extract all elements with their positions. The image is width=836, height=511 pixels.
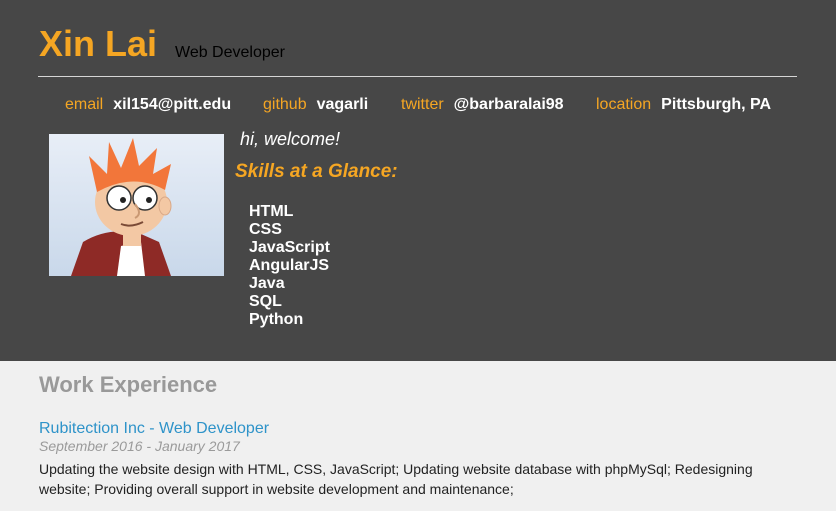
work-experience-heading: Work Experience bbox=[39, 372, 218, 397]
github-link[interactable]: vagarli bbox=[317, 96, 369, 113]
skill-item: HTML bbox=[249, 203, 294, 220]
contact-label: twitter bbox=[401, 96, 444, 113]
greeting-text: hi, welcome! bbox=[240, 129, 341, 149]
skills-list: HTML CSS JavaScript AngularJS Java SQL P… bbox=[249, 203, 330, 329]
skill-item: SQL bbox=[249, 293, 282, 310]
contact-location: location Pittsburgh, PA bbox=[596, 95, 771, 115]
location-value: Pittsburgh, PA bbox=[661, 96, 772, 113]
skill-item: JavaScript bbox=[249, 239, 330, 256]
job-role-subtitle: Web Developer bbox=[175, 44, 285, 61]
contact-twitter: twitter @barbaralai98 bbox=[401, 95, 564, 115]
contact-email: email xil154@pitt.edu bbox=[65, 95, 231, 115]
header-section: Xin Lai Web Developer email xil154@pitt.e… bbox=[0, 0, 836, 361]
contact-github: github vagarli bbox=[263, 95, 368, 115]
contact-label: location bbox=[596, 96, 652, 113]
job-dates: September 2016 - January 2017 bbox=[39, 438, 240, 454]
contact-label: email bbox=[65, 96, 104, 113]
skill-item: Java bbox=[249, 275, 285, 292]
avatar bbox=[49, 134, 224, 276]
cartoon-character-avatar-icon bbox=[49, 134, 224, 276]
twitter-link[interactable]: @barbaralai98 bbox=[454, 96, 564, 113]
job-description: Updating the website design with HTML, C… bbox=[39, 461, 753, 497]
email-link[interactable]: xil154@pitt.edu bbox=[113, 96, 231, 113]
skill-item: Python bbox=[249, 311, 304, 328]
contact-label: github bbox=[263, 96, 307, 113]
skill-item: AngularJS bbox=[249, 257, 330, 274]
skill-item: CSS bbox=[249, 221, 282, 238]
job-title-link[interactable]: Rubitection Inc - Web Developer bbox=[39, 419, 269, 438]
skills-heading: Skills at a Glance: bbox=[235, 161, 398, 182]
header-divider bbox=[38, 76, 797, 77]
page-title: Xin Lai bbox=[39, 23, 158, 64]
